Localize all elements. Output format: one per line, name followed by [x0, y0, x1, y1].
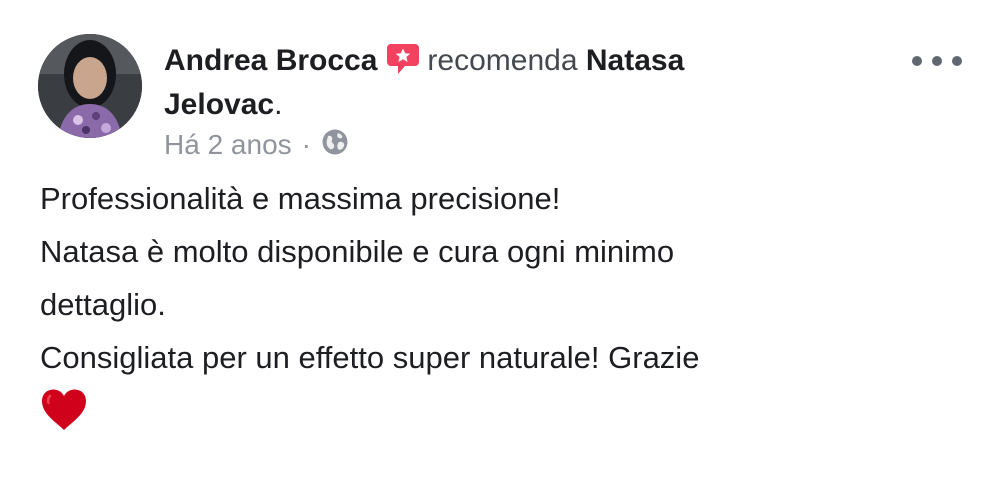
avatar[interactable] — [38, 34, 142, 138]
body-line: Professionalità e massima precisione! — [40, 181, 561, 216]
recommendation-post: Andrea Brocca recomenda Natasa Jelovac. H… — [0, 0, 1000, 495]
timestamp[interactable]: Há 2 anos — [164, 127, 292, 163]
action-text: recomenda — [427, 44, 578, 77]
recommendation-star-icon — [385, 42, 421, 86]
target-name-first: Natasa — [585, 44, 685, 77]
author-name[interactable]: Andrea Brocca — [164, 44, 377, 77]
heart-icon — [40, 388, 88, 437]
globe-icon[interactable] — [321, 128, 349, 165]
body-line: Natasa è molto disponibile e cura ogni m… — [40, 234, 675, 269]
avatar-image — [38, 34, 142, 138]
target-suffix: . — [274, 88, 283, 121]
target-name-last: Jelovac — [164, 88, 275, 121]
body-line: dettaglio. — [40, 287, 166, 322]
post-meta: Há 2 anos · — [164, 124, 349, 165]
more-options-icon[interactable] — [912, 50, 962, 72]
body-line: Consigliata per un effetto super natural… — [40, 340, 700, 375]
post-header: Andrea Brocca recomenda Natasa Jelovac. — [164, 42, 884, 124]
meta-separator: · — [301, 128, 311, 160]
post-body: Professionalità e massima precisione! Na… — [40, 172, 940, 384]
